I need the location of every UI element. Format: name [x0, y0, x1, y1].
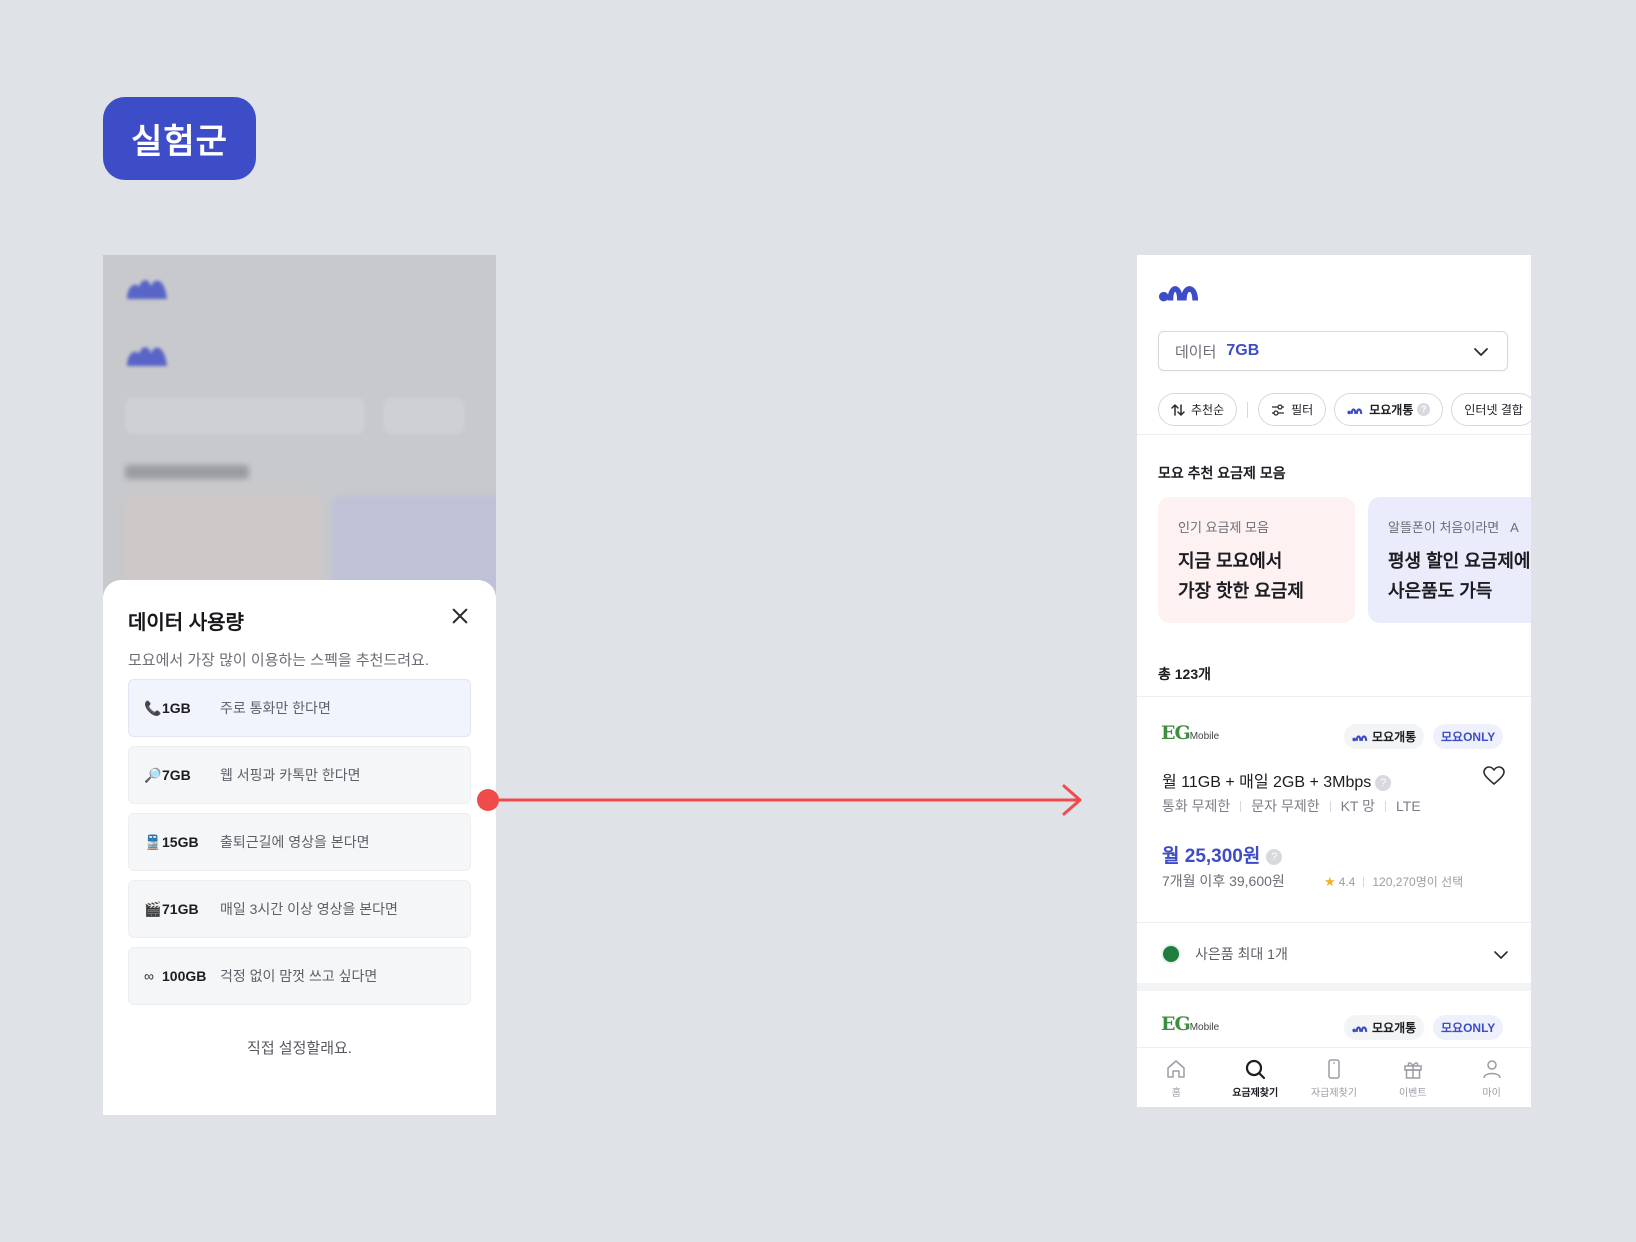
blurred-chip — [383, 398, 465, 434]
starbucks-icon — [1161, 944, 1181, 964]
heart-icon[interactable] — [1483, 766, 1505, 786]
tab-my[interactable]: 마이 — [1452, 1048, 1531, 1107]
flow-arrow — [477, 784, 1082, 816]
gift-row[interactable]: 사은품 최대 1개 — [1137, 923, 1531, 985]
left-screen: 데이터 사용량 모요에서 가장 많이 이용하는 스펙을 추천드려요. 📞 1GB… — [103, 255, 496, 1115]
moyo-logo-icon — [1352, 735, 1368, 742]
help-icon[interactable]: ? — [1417, 403, 1431, 416]
moyo-logo-icon — [1352, 1026, 1368, 1033]
infinity-icon: ∞ — [144, 968, 154, 984]
option-desc: 걱정 없이 맘껏 쓰고 싶다면 — [220, 968, 378, 984]
section-title: 모요 추천 요금제 모음 — [1158, 465, 1286, 481]
sort-icon — [1171, 403, 1185, 416]
option-size: 100GB — [162, 968, 207, 984]
tab-home[interactable]: 홈 — [1137, 1048, 1216, 1107]
experiment-group-badge: 실험군 — [103, 97, 256, 180]
close-icon[interactable] — [450, 606, 470, 626]
data-option-1gb[interactable]: 📞 1GB 주로 통화만 한다면 — [128, 679, 471, 737]
moyo-logo-icon — [127, 280, 167, 299]
dropdown-label: 데이터 — [1175, 343, 1217, 361]
carrier-logo: EGMobile — [1161, 1013, 1220, 1035]
plan-meta: 통화 무제한 문자 무제한 KT 망 LTE — [1162, 798, 1421, 814]
rec-card-small: 인기 요금제 모음 — [1178, 520, 1269, 535]
moyo-only-tag: 모요ONLY — [1433, 1015, 1504, 1040]
tab-plan-search[interactable]: 요금제찾기 — [1216, 1048, 1295, 1107]
rec-card-popular[interactable]: 인기 요금제 모음 지금 모요에서 가장 핫한 요금제 — [1158, 497, 1355, 623]
direct-setting-link[interactable]: 직접 설정할래요. — [128, 1037, 471, 1058]
sort-label: 추천순 — [1191, 403, 1225, 417]
gift-icon — [1404, 1062, 1422, 1079]
data-option-100gb[interactable]: ∞ 100GB 걱정 없이 맘껏 쓰고 싶다면 — [128, 947, 471, 1005]
option-size: 7GB — [162, 767, 191, 783]
sheet-title: 데이터 사용량 — [128, 612, 244, 634]
sort-chip[interactable]: 추천순 — [1158, 393, 1238, 426]
clapper-icon: 🎬 — [144, 900, 162, 917]
plan-price: 월 25,300원? — [1162, 841, 1283, 868]
person-icon — [1482, 1060, 1501, 1079]
option-desc: 웹 서핑과 카톡만 한다면 — [220, 767, 361, 783]
gift-label: 사은품 최대 1개 — [1195, 946, 1288, 962]
moyo-open-chip[interactable]: 모요개통 ? — [1334, 393, 1444, 426]
moyo-logo-icon — [127, 347, 167, 366]
after-price: 7개월 이후 39,600원 — [1162, 873, 1285, 889]
data-option-7gb[interactable]: 🔎 7GB 웹 서핑과 카톡만 한다면 — [128, 746, 471, 804]
moyo-open-tag: 모요개통 — [1344, 724, 1425, 749]
help-icon[interactable]: ? — [1375, 775, 1392, 791]
filter-label: 필터 — [1291, 403, 1314, 417]
data-option-71gb[interactable]: 🎬 71GB 매일 3시간 이상 영상을 본다면 — [128, 880, 471, 938]
carrier-logo: EGMobile — [1161, 722, 1220, 744]
filter-chip[interactable]: 필터 — [1258, 393, 1327, 426]
data-dropdown[interactable]: 데이터 7GB — [1158, 331, 1508, 371]
chevron-down-icon — [1474, 348, 1488, 356]
moyo-only-tag: 모요ONLY — [1433, 724, 1504, 749]
phone-device-icon — [1328, 1059, 1340, 1079]
filter-chips: 추천순 필터 모요개통 ? 인터넷 결합 — [1158, 393, 1531, 426]
total-count: 총 123개 — [1158, 666, 1212, 682]
tab-unlocked-phone[interactable]: 자급제찾기 — [1295, 1048, 1374, 1107]
phone-icon: 📞 — [144, 699, 162, 716]
plan-card[interactable]: EGMobile 모요개통 모요ONLY 월 11GB + 매일 2GB + 3… — [1137, 696, 1531, 986]
internet-label: 인터넷 결합 — [1464, 403, 1523, 417]
chip-divider — [1247, 401, 1249, 418]
rec-card-first-time[interactable]: 알뜰폰이 처음이라면 A 평생 할인 요금제에 사은품도 가득 — [1368, 497, 1531, 623]
star-icon: ★ — [1324, 873, 1336, 889]
sheet-subtitle: 모요에서 가장 많이 이용하는 스펙을 추천드려요. — [128, 652, 430, 669]
option-size: 1GB — [162, 700, 191, 716]
bottom-tab-bar: 홈 요금제찾기 자급제찾기 이벤트 마이 — [1137, 1047, 1531, 1107]
help-icon[interactable]: ? — [1266, 849, 1283, 865]
plan-card[interactable]: EGMobile 모요개통 모요ONLY — [1137, 991, 1531, 1051]
rec-card-big: 평생 할인 요금제에 사은품도 가득 — [1388, 551, 1531, 601]
search-icon — [1246, 1059, 1266, 1080]
option-size: 71GB — [162, 901, 199, 917]
option-size: 15GB — [162, 834, 199, 850]
blurred-section-title — [125, 465, 249, 479]
option-desc: 주로 통화만 한다면 — [220, 700, 331, 716]
rec-card-small: 알뜰폰이 처음이라면 A — [1388, 520, 1519, 535]
filter-icon — [1272, 403, 1285, 416]
section-gap — [1137, 983, 1531, 991]
data-usage-sheet: 데이터 사용량 모요에서 가장 많이 이용하는 스펙을 추천드려요. 📞 1GB… — [103, 580, 496, 1115]
blurred-dropdown — [125, 398, 365, 434]
data-option-15gb[interactable]: 🚆 15GB 출퇴근길에 영상을 본다면 — [128, 813, 471, 871]
moyo-logo-icon — [1347, 408, 1363, 415]
home-icon — [1167, 1060, 1186, 1078]
right-screen: 데이터 7GB 추천순 필터 모요개통 ? 인터넷 결합 모요 추천 요금제 모… — [1137, 255, 1531, 1107]
internet-bundle-chip[interactable]: 인터넷 결합 — [1451, 393, 1531, 426]
plan-name: 월 11GB + 매일 2GB + 3Mbps? — [1162, 768, 1392, 792]
train-icon: 🚆 — [144, 833, 162, 850]
magnifier-icon: 🔎 — [144, 766, 162, 783]
rec-card-big: 지금 모요에서 가장 핫한 요금제 — [1178, 551, 1304, 601]
tab-event[interactable]: 이벤트 — [1373, 1048, 1452, 1107]
option-desc: 출퇴근길에 영상을 본다면 — [220, 834, 370, 850]
moyo-logo-icon — [1158, 286, 1199, 302]
divider — [1137, 434, 1531, 435]
moyo-open-tag: 모요개통 — [1344, 1015, 1425, 1040]
moyo-open-label: 모요개통 — [1369, 403, 1414, 417]
plan-rating: ★ 4.4 120,270명이 선택 — [1324, 873, 1464, 890]
option-desc: 매일 3시간 이상 영상을 본다면 — [220, 901, 398, 917]
dropdown-value: 7GB — [1226, 342, 1260, 359]
chevron-down-icon — [1494, 951, 1508, 959]
